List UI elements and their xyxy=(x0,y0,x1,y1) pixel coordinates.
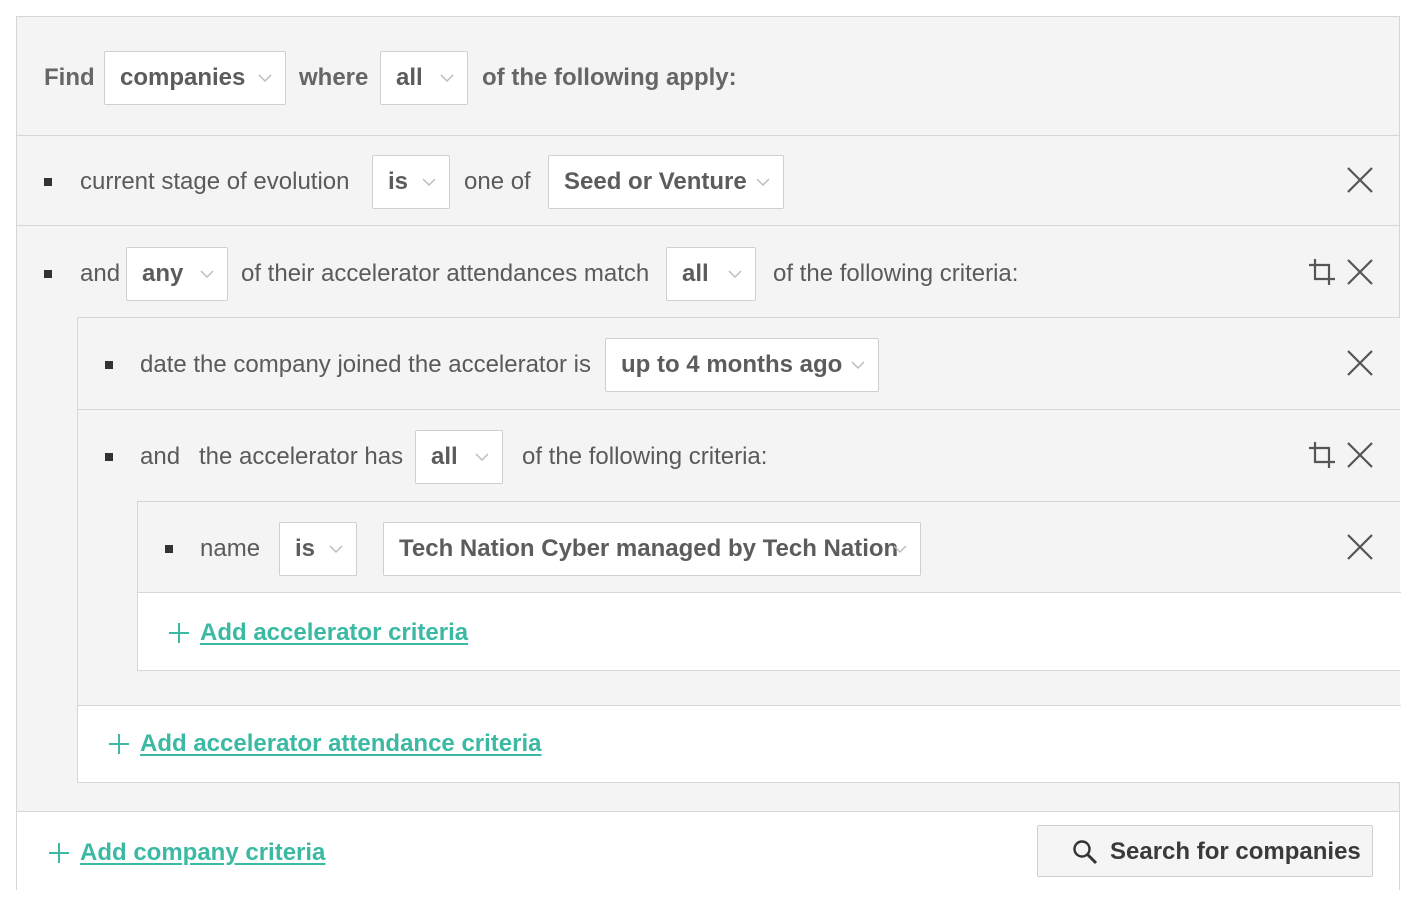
remove-name-close-icon[interactable] xyxy=(1345,532,1375,562)
add-attendance-band: Add accelerator attendance criteria xyxy=(78,705,1401,782)
accelerator-suffix: of the following criteria: xyxy=(522,443,768,470)
date-field-label: date the company joined the accelerator … xyxy=(140,351,591,378)
plus-icon xyxy=(49,843,69,863)
accelerator-field-label: the accelerator has xyxy=(199,443,404,470)
stage-operator-dropdown[interactable]: is xyxy=(372,155,450,209)
chevron-down-icon xyxy=(422,178,436,187)
chevron-down-icon xyxy=(851,361,865,370)
attendance-and-label: and xyxy=(80,260,121,287)
chevron-down-icon xyxy=(329,545,343,554)
find-suffix: of the following apply: xyxy=(482,64,737,91)
add-accelerator-band: Add accelerator criteria xyxy=(138,592,1401,670)
search-for-companies-button[interactable]: Search for companies xyxy=(1037,825,1373,877)
bullet xyxy=(105,453,113,461)
name-value-dropdown[interactable]: Tech Nation Cyber managed by Tech Nation xyxy=(383,522,921,576)
name-value: Tech Nation Cyber managed by Tech Nation xyxy=(399,535,899,562)
attendance-middle-text: of their accelerator attendances match xyxy=(241,260,650,287)
crop-icon[interactable] xyxy=(1307,440,1337,470)
chevron-down-icon xyxy=(756,178,770,187)
query-builder: Find companies where all of the followin… xyxy=(16,16,1401,890)
find-row: Find companies where all of the followin… xyxy=(17,17,1399,136)
attendance-match-value: all xyxy=(682,260,709,287)
accelerator-match-value: all xyxy=(431,443,458,470)
remove-date-close-icon[interactable] xyxy=(1345,348,1375,378)
stage-value-dropdown[interactable]: Seed or Venture xyxy=(548,155,784,209)
match-dropdown[interactable]: all xyxy=(380,51,468,105)
accelerator-group: name is Tech Nation Cyber managed by Tec… xyxy=(137,501,1401,671)
entity-dropdown[interactable]: companies xyxy=(104,51,286,105)
remove-accelerator-close-icon[interactable] xyxy=(1345,440,1375,470)
remove-attendance-close-icon[interactable] xyxy=(1345,257,1375,287)
date-value: up to 4 months ago xyxy=(621,351,843,378)
divider xyxy=(78,409,1400,410)
search-icon xyxy=(1073,840,1098,865)
bullet xyxy=(105,361,113,369)
chevron-down-icon xyxy=(200,270,214,279)
entity-dropdown-value: companies xyxy=(120,64,246,91)
find-label: Find xyxy=(44,64,95,91)
crop-icon[interactable] xyxy=(1307,257,1337,287)
accelerator-and-label: and xyxy=(140,443,181,470)
stage-value: Seed or Venture xyxy=(564,168,747,195)
bullet xyxy=(44,270,52,278)
add-accelerator-criteria-link[interactable]: Add accelerator criteria xyxy=(200,618,468,648)
stage-operator-value: is xyxy=(388,168,409,195)
chevron-down-icon xyxy=(475,453,489,462)
attendance-quantifier-value: any xyxy=(142,260,184,287)
accelerator-match-dropdown[interactable]: all xyxy=(415,430,503,484)
attendance-match-dropdown[interactable]: all xyxy=(666,247,756,301)
add-attendance-criteria-link[interactable]: Add accelerator attendance criteria xyxy=(140,729,542,759)
match-dropdown-value: all xyxy=(396,64,423,91)
search-button-label: Search for companies xyxy=(1110,838,1361,865)
add-company-criteria-link[interactable]: Add company criteria xyxy=(80,838,325,868)
attendance-group: date the company joined the accelerator … xyxy=(77,317,1401,783)
plus-icon xyxy=(169,623,189,643)
chevron-down-icon xyxy=(893,545,907,554)
bullet xyxy=(165,545,173,553)
stage-field-label: current stage of evolution xyxy=(80,168,350,195)
bullet xyxy=(44,178,52,186)
plus-icon xyxy=(109,734,129,754)
name-field-label: name xyxy=(200,535,261,562)
date-value-dropdown[interactable]: up to 4 months ago xyxy=(605,338,879,392)
stage-connector-label: one of xyxy=(464,168,531,195)
chevron-down-icon xyxy=(728,270,742,279)
name-operator-value: is xyxy=(295,535,316,562)
attendance-suffix: of the following criteria: xyxy=(773,260,1019,287)
remove-stage-close-icon[interactable] xyxy=(1345,165,1375,195)
chevron-down-icon xyxy=(258,74,272,83)
name-operator-dropdown[interactable]: is xyxy=(279,522,357,576)
chevron-down-icon xyxy=(440,74,454,83)
attendance-quantifier-dropdown[interactable]: any xyxy=(126,247,228,301)
where-label: where xyxy=(299,64,369,91)
divider xyxy=(17,225,1399,226)
footer: Add company criteria Search for companie… xyxy=(17,811,1399,890)
